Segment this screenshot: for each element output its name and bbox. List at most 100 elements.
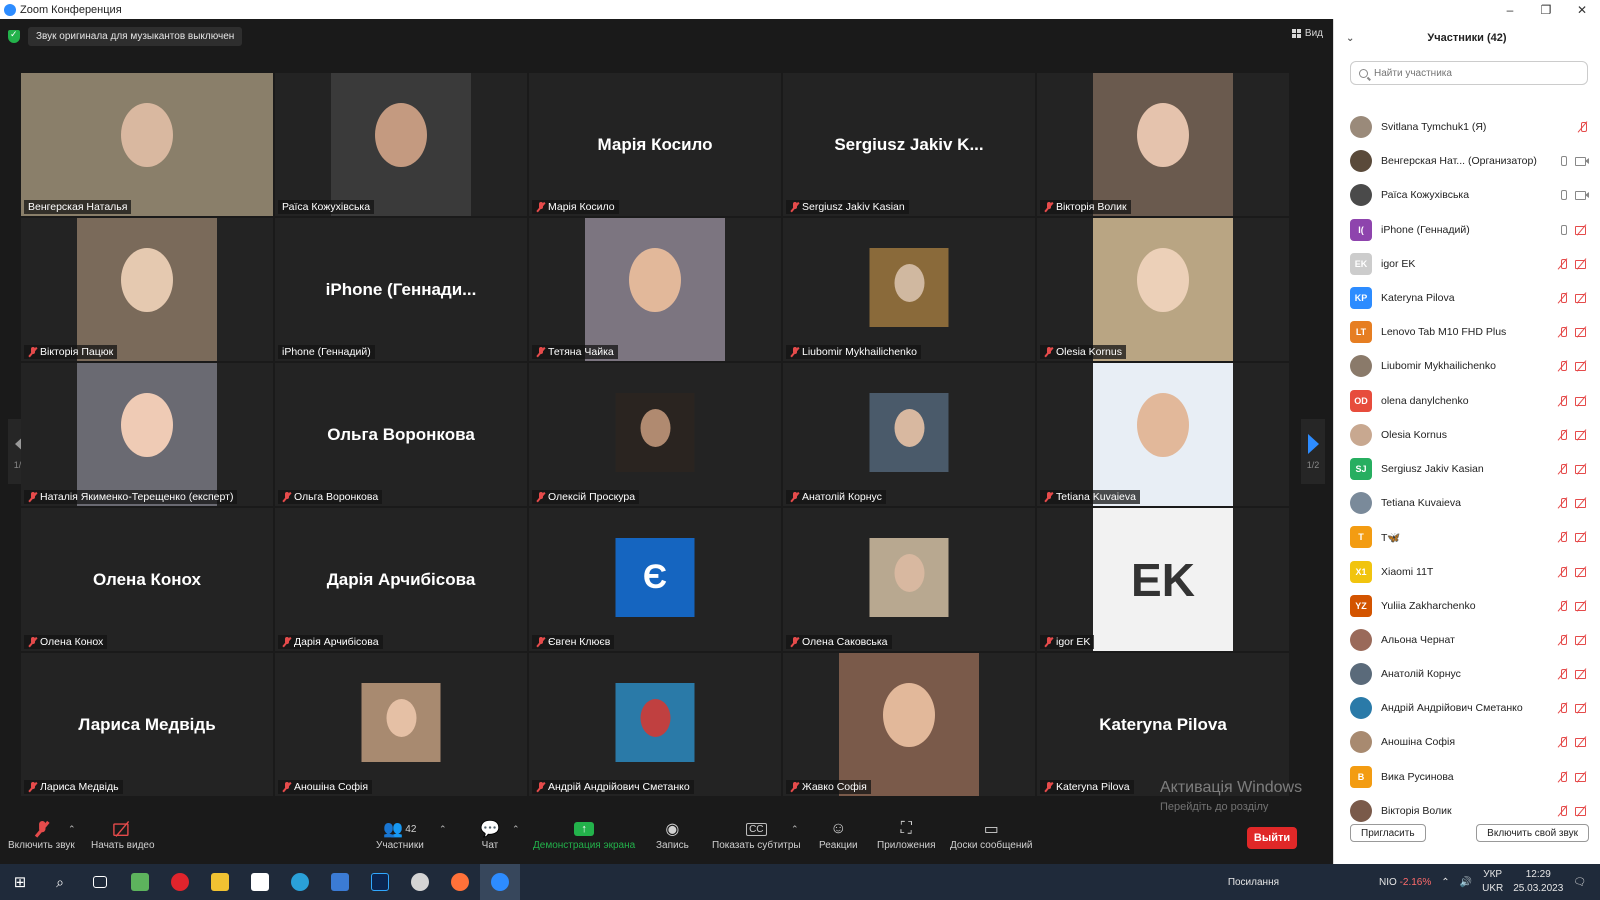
stock-ticker[interactable]: NIO -2.16% <box>1379 877 1431 888</box>
video-tile[interactable]: Вікторія Волик <box>1037 73 1289 216</box>
notifications-icon[interactable]: 🗨 <box>1573 877 1586 888</box>
participant-row[interactable]: Андрій Андрійович Сметанко <box>1334 691 1600 725</box>
video-tile[interactable]: Олексій Проскура <box>529 363 781 506</box>
mic-muted-icon <box>1044 782 1053 792</box>
video-tile[interactable]: Дарія Арчибісова Дарія Арчибісова <box>275 508 527 651</box>
video-off-icon <box>1575 702 1589 714</box>
video-tile[interactable]: Kateryna Pilova Kateryna Pilova <box>1037 653 1289 796</box>
mail-icon[interactable] <box>320 864 360 900</box>
participant-row[interactable]: X1 Xiaomi 11T <box>1334 554 1600 588</box>
links-label[interactable]: Посилання <box>1228 877 1279 888</box>
apps-button[interactable]: ⛶ Приложения <box>877 818 936 851</box>
participant-row[interactable]: T Т🦋 <box>1334 520 1600 554</box>
video-tile[interactable]: Є Євген Клюєв <box>529 508 781 651</box>
participant-row[interactable]: Вікторія Волик <box>1334 794 1600 828</box>
participant-name: olena danylchenko <box>1381 394 1469 407</box>
video-tile[interactable]: Вікторія Пацюк <box>21 218 273 361</box>
zoom-taskbar-icon[interactable] <box>480 864 520 900</box>
record-button[interactable]: ◉ Запись <box>656 818 689 851</box>
participants-caret[interactable]: ⌃ <box>439 824 447 835</box>
file-explorer-icon[interactable] <box>200 864 240 900</box>
video-tile[interactable]: Sergiusz Jakiv K... Sergiusz Jakiv Kasian <box>783 73 1035 216</box>
language-indicator[interactable]: УКР UKR <box>1482 868 1503 896</box>
whiteboards-button[interactable]: ▭ Доски сообщений <box>950 818 1033 851</box>
participant-row[interactable]: Раїса Кожухівська <box>1334 178 1600 212</box>
participant-row[interactable]: I(iPhone (Геннадий) <box>1334 213 1600 247</box>
participant-row[interactable]: B Вика Русинова <box>1334 760 1600 794</box>
unmute-button[interactable]: Включить звук <box>8 818 75 851</box>
video-tile[interactable]: iPhone (Геннади... iPhone (Геннадий) <box>275 218 527 361</box>
search-icon[interactable]: ⌕ <box>40 864 80 900</box>
video-tile[interactable]: Андрій Андрійович Сметанко <box>529 653 781 796</box>
restore-button[interactable]: ❐ <box>1528 0 1564 19</box>
participant-row[interactable]: Olesia Kornus <box>1334 418 1600 452</box>
tile-label-text: Євген Клюєв <box>548 636 611 648</box>
start-video-button[interactable]: Начать видео <box>91 818 155 851</box>
start-button[interactable]: ⊞ <box>0 864 40 900</box>
participant-name: Андрій Андрійович Сметанко <box>1381 702 1523 715</box>
participant-row[interactable]: Венгерская Нат... (Организатор) <box>1334 144 1600 178</box>
video-tile[interactable]: Ольга Воронкова Ольга Воронкова <box>275 363 527 506</box>
photoshop-icon[interactable] <box>360 864 400 900</box>
chat-button[interactable]: 💬 Чат <box>480 818 500 851</box>
unmute-me-button[interactable]: Включить свой звук <box>1476 824 1589 842</box>
tile-name-label: Марія Косило <box>532 200 619 214</box>
participant-search[interactable] <box>1350 61 1588 85</box>
task-view-icon[interactable] <box>80 864 120 900</box>
participant-row[interactable]: Svitlana Tymchuk1 (Я) <box>1334 110 1600 144</box>
video-tile[interactable]: Жавко Софія <box>783 653 1035 796</box>
video-tile[interactable]: Олена Саковська <box>783 508 1035 651</box>
participant-row[interactable]: OD olena danylchenko <box>1334 384 1600 418</box>
edge-icon[interactable] <box>280 864 320 900</box>
avatar <box>1350 697 1372 720</box>
participant-row[interactable]: KP Kateryna Pilova <box>1334 281 1600 315</box>
participant-row[interactable]: Анатолій Корнус <box>1334 657 1600 691</box>
participant-row[interactable]: Tetiana Kuvaieva <box>1334 486 1600 520</box>
video-tile[interactable]: Лариса Медвідь Лариса Медвідь <box>21 653 273 796</box>
captions-caret[interactable]: ⌃ <box>791 824 799 835</box>
participant-row[interactable]: LT Lenovo Tab M10 FHD Plus <box>1334 315 1600 349</box>
participants-button[interactable]: 👥 42 Участники <box>376 818 424 851</box>
video-tile[interactable]: Олена Конох Олена Конох <box>21 508 273 651</box>
video-off-icon <box>1575 224 1589 236</box>
video-tile[interactable]: Liubomir Mykhailichenko <box>783 218 1035 361</box>
paint-icon[interactable] <box>400 864 440 900</box>
video-tile[interactable]: Наталія Якименко-Терещенко (експерт) <box>21 363 273 506</box>
participant-row[interactable]: Альона Чернат <box>1334 623 1600 657</box>
participants-label: Участники <box>376 840 424 851</box>
audio-options-caret[interactable]: ⌃ <box>68 824 76 835</box>
volume-icon[interactable]: 🔊 <box>1460 877 1472 888</box>
video-tile[interactable]: Тетяна Чайка <box>529 218 781 361</box>
participant-row[interactable]: Liubomir Mykhailichenko <box>1334 349 1600 383</box>
leave-button[interactable]: Выйти <box>1247 827 1297 849</box>
invite-button[interactable]: Пригласить <box>1350 824 1426 842</box>
clock[interactable]: 12:29 25.03.2023 <box>1513 868 1563 896</box>
chevron-down-icon[interactable]: ⌄ <box>1346 33 1354 44</box>
reactions-button[interactable]: ☺ Реакции <box>819 818 858 851</box>
opera-icon[interactable] <box>160 864 200 900</box>
video-tile[interactable]: Раїса Кожухівська <box>275 73 527 216</box>
tray-chevron-icon[interactable]: ⌃ <box>1441 877 1449 888</box>
minimize-button[interactable]: – <box>1492 0 1528 19</box>
video-tile[interactable]: Венгерская Наталья <box>21 73 273 216</box>
captions-button[interactable]: CC Показать субтитры <box>712 818 801 851</box>
participant-row[interactable]: YZ Yuliia Zakharchenko <box>1334 589 1600 623</box>
participant-row[interactable]: SJ Sergiusz Jakiv Kasian <box>1334 452 1600 486</box>
video-tile[interactable]: Tetiana Kuvaieva <box>1037 363 1289 506</box>
participant-video <box>615 393 695 472</box>
video-tile[interactable]: Аношіна Софія <box>275 653 527 796</box>
chat-caret[interactable]: ⌃ <box>512 824 520 835</box>
store-icon[interactable] <box>240 864 280 900</box>
search-input[interactable] <box>1374 67 1574 79</box>
participant-row[interactable]: EK igor EK <box>1334 247 1600 281</box>
video-tile[interactable]: Марія Косило Марія Косило <box>529 73 781 216</box>
share-screen-button[interactable]: ↑ Демонстрация экрана <box>533 818 635 851</box>
view-button[interactable]: Вид <box>1291 28 1323 39</box>
participant-row[interactable]: Аношіна Софія <box>1334 725 1600 759</box>
video-tile[interactable]: EK igor EK <box>1037 508 1289 651</box>
firefox-icon[interactable] <box>440 864 480 900</box>
video-tile[interactable]: Olesia Kornus <box>1037 218 1289 361</box>
close-button[interactable]: ✕ <box>1564 0 1600 19</box>
notes-app-icon[interactable] <box>120 864 160 900</box>
video-tile[interactable]: Анатолій Корнус <box>783 363 1035 506</box>
